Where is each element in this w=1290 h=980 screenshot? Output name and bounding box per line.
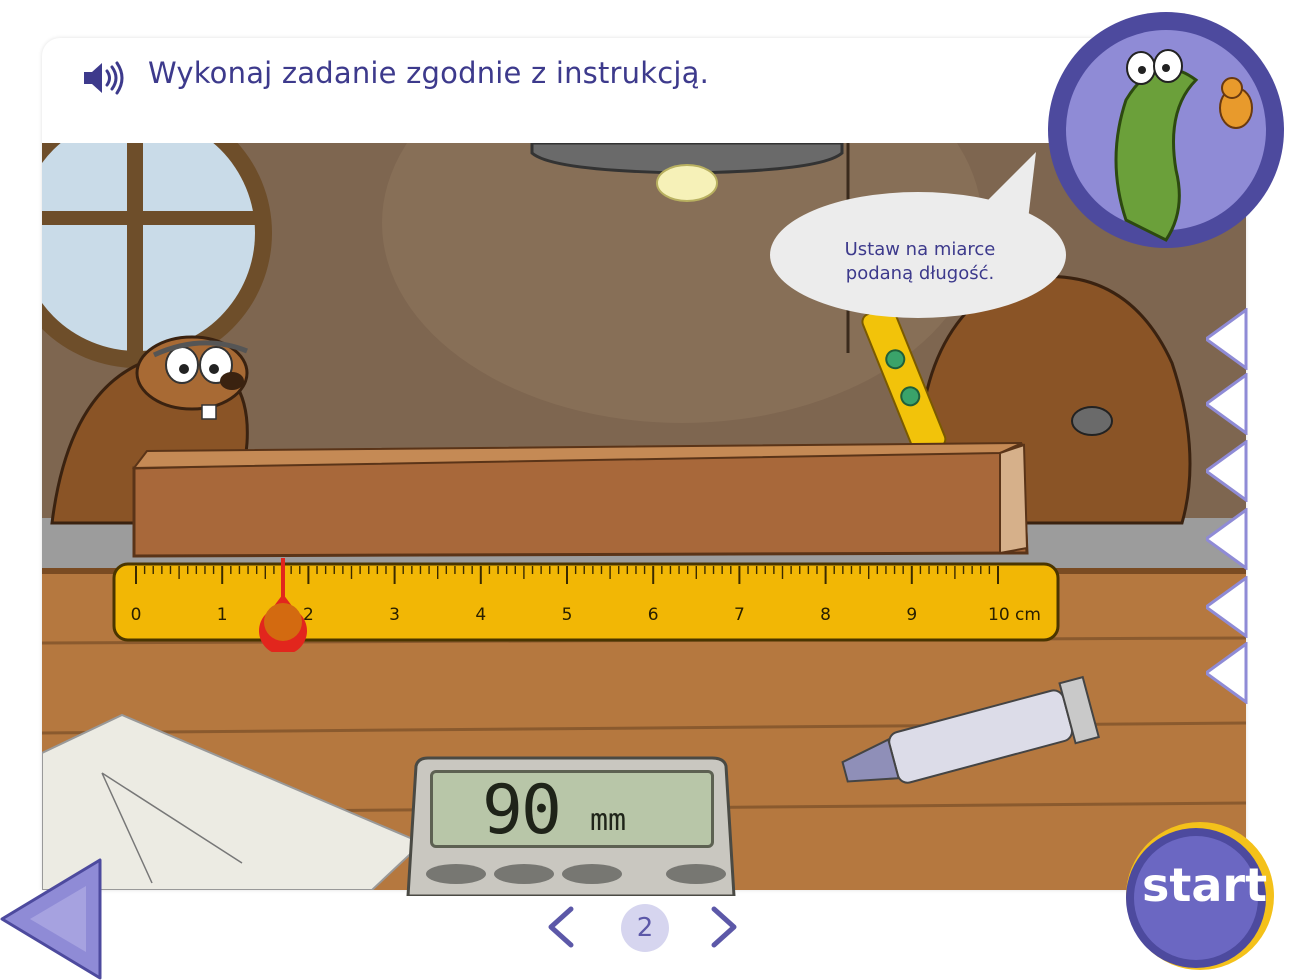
speech-bubble-text: Ustaw na miarce podaną długość.	[800, 238, 1040, 286]
start-button[interactable]	[1116, 816, 1276, 980]
back-arrow-button[interactable]	[0, 858, 106, 980]
side-tab-3[interactable]	[1206, 440, 1250, 502]
side-tab-6[interactable]	[1206, 642, 1250, 704]
display-value: 90	[482, 771, 562, 850]
speaker-icon[interactable]	[82, 60, 126, 96]
side-tab-1[interactable]	[1206, 308, 1250, 370]
crocodile-avatar	[1048, 12, 1284, 248]
side-tab-4[interactable]	[1206, 508, 1250, 570]
page-number: 2	[621, 904, 669, 952]
ruler-label: 6	[648, 605, 659, 625]
display-screen	[430, 770, 714, 848]
ruler-label: 8	[820, 605, 831, 625]
display-button-4	[666, 864, 726, 884]
ruler-slider-handle[interactable]	[255, 556, 311, 652]
speech-line-2: podaną długość.	[845, 263, 995, 284]
display-button-1	[426, 864, 486, 884]
display-unit: mm	[590, 803, 627, 838]
speech-line-1: Ustaw na miarce	[844, 239, 996, 260]
chevron-left-icon[interactable]	[545, 905, 577, 949]
ruler-label: 1	[217, 605, 228, 625]
ruler-label: 10 cm	[988, 605, 1041, 625]
display-button-2	[494, 864, 554, 884]
side-tab-5[interactable]	[1206, 576, 1250, 638]
side-tab-2[interactable]	[1206, 373, 1250, 435]
ruler-label: 4	[475, 605, 486, 625]
chevron-right-icon[interactable]	[708, 905, 740, 949]
ruler-label: 3	[389, 605, 400, 625]
ruler-label: 7	[734, 605, 745, 625]
ruler-label: 0	[131, 605, 142, 625]
ruler-label: 9	[906, 605, 917, 625]
instruction-text: Wykonaj zadanie zgodnie z instrukcją.	[148, 56, 710, 90]
display-button-3	[562, 864, 622, 884]
ruler-label: 5	[562, 605, 573, 625]
